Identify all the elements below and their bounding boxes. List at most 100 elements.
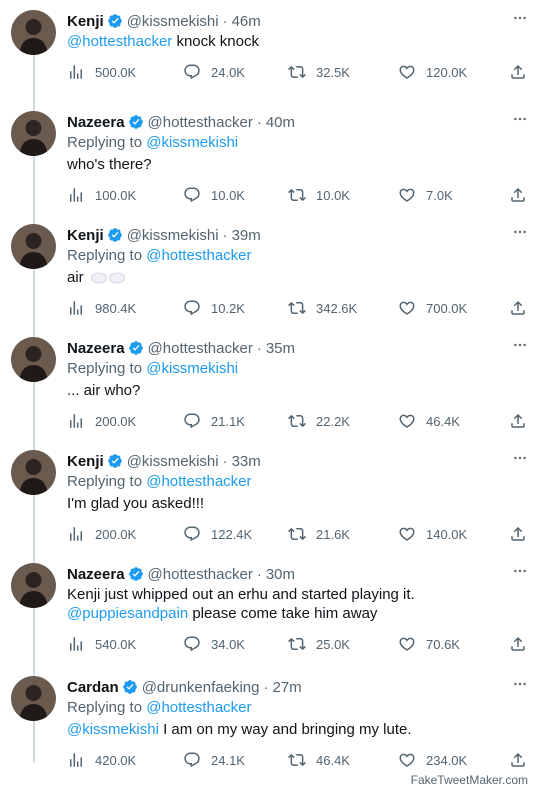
display-name[interactable]: Kenji: [67, 227, 104, 244]
avatar[interactable]: [11, 10, 56, 55]
more-options-icon[interactable]: [512, 450, 528, 466]
user-handle[interactable]: @kissmekishi: [127, 227, 219, 244]
replying-to-handle[interactable]: @hottesthacker: [146, 473, 251, 490]
display-name[interactable]: Cardan: [67, 679, 119, 696]
views-button[interactable]: 500.0K: [67, 63, 136, 81]
like-button[interactable]: 234.0K: [398, 751, 467, 769]
retweet-button[interactable]: 342.6K: [288, 299, 357, 317]
timestamp[interactable]: 40m: [266, 114, 295, 131]
reply-button[interactable]: 10.0K: [183, 186, 245, 204]
avatar[interactable]: [11, 563, 56, 608]
avatar[interactable]: [11, 224, 56, 269]
views-button[interactable]: 980.4K: [67, 299, 136, 317]
tweet-text-segment: Kenji just whipped out an erhu and start…: [67, 586, 415, 603]
views-chart-icon: [70, 414, 82, 428]
retweet-button[interactable]: 21.6K: [288, 525, 350, 543]
reply-button[interactable]: 24.0K: [183, 63, 245, 81]
display-name[interactable]: Kenji: [67, 453, 104, 470]
tweet[interactable]: Nazeera @hottesthacker · 30m Kenji just …: [0, 553, 540, 665]
share-button[interactable]: [509, 525, 537, 543]
tweet[interactable]: Cardan @drunkenfaeking · 27m Replying to…: [0, 666, 540, 778]
tweet[interactable]: Kenji @kissmekishi · 39m Replying to @ho…: [0, 214, 540, 326]
reply-button[interactable]: 21.1K: [183, 412, 245, 430]
user-handle[interactable]: @kissmekishi: [127, 13, 219, 30]
timestamp[interactable]: 27m: [273, 679, 302, 696]
reply-button[interactable]: 34.0K: [183, 635, 245, 653]
reply-button[interactable]: 122.4K: [183, 525, 252, 543]
retweet-button[interactable]: 46.4K: [288, 751, 350, 769]
more-options-icon[interactable]: [512, 224, 528, 240]
display-name[interactable]: Nazeera: [67, 114, 125, 131]
avatar[interactable]: [11, 676, 56, 721]
replying-prefix: Replying to: [67, 699, 147, 716]
tweet-header: Kenji @kissmekishi · 39m: [67, 225, 510, 245]
like-button[interactable]: 70.6K: [398, 635, 460, 653]
avatar[interactable]: [11, 111, 56, 156]
replying-to-handle[interactable]: @kissmekishi: [146, 134, 238, 151]
reply-bubble-icon: [184, 64, 200, 80]
share-upload-icon: [511, 187, 525, 202]
replies-count: 122.4K: [211, 526, 253, 542]
more-options-icon[interactable]: [512, 10, 528, 26]
mention-link[interactable]: @puppiesandpain: [67, 605, 188, 622]
share-button[interactable]: [509, 635, 537, 653]
display-name[interactable]: Nazeera: [67, 340, 125, 357]
retweet-button[interactable]: 32.5K: [288, 63, 350, 81]
share-button[interactable]: [509, 299, 537, 317]
replying-to-handle[interactable]: @kissmekishi: [146, 360, 238, 377]
retweet-icon: [288, 414, 306, 428]
timestamp[interactable]: 33m: [232, 453, 261, 470]
user-handle[interactable]: @drunkenfaeking: [142, 679, 260, 696]
share-button[interactable]: [509, 63, 537, 81]
share-button[interactable]: [509, 186, 537, 204]
user-handle[interactable]: @hottesthacker: [148, 566, 253, 583]
display-name[interactable]: Nazeera: [67, 566, 125, 583]
tweet[interactable]: Nazeera @hottesthacker · 40m Replying to…: [0, 101, 540, 213]
more-options-icon[interactable]: [512, 676, 528, 692]
replying-prefix: Replying to: [67, 247, 147, 264]
retweet-button[interactable]: 25.0K: [288, 635, 350, 653]
replying-prefix: Replying to: [67, 473, 147, 490]
like-button[interactable]: 46.4K: [398, 412, 460, 430]
like-button[interactable]: 120.0K: [398, 63, 467, 81]
views-button[interactable]: 100.0K: [67, 186, 136, 204]
user-handle[interactable]: @kissmekishi: [127, 453, 219, 470]
retweet-button[interactable]: 10.0K: [288, 186, 350, 204]
timestamp[interactable]: 46m: [232, 13, 261, 30]
tweet-text-segment: I am on my way and bringing my lute.: [158, 721, 412, 738]
replying-to-handle[interactable]: @hottesthacker: [146, 247, 251, 264]
share-button[interactable]: [509, 751, 537, 769]
avatar[interactable]: [11, 337, 56, 382]
views-button[interactable]: 200.0K: [67, 412, 136, 430]
mention-link[interactable]: @kissmekishi: [67, 721, 159, 738]
likes-count: 140.0K: [426, 526, 468, 542]
retweet-button[interactable]: 22.2K: [288, 412, 350, 430]
views-button[interactable]: 420.0K: [67, 751, 136, 769]
timestamp[interactable]: 35m: [266, 340, 295, 357]
timestamp[interactable]: 39m: [232, 227, 261, 244]
views-button[interactable]: 200.0K: [67, 525, 136, 543]
user-handle[interactable]: @hottesthacker: [148, 114, 253, 131]
like-button[interactable]: 7.0K: [398, 186, 453, 204]
tweet[interactable]: Nazeera @hottesthacker · 35m Replying to…: [0, 327, 540, 439]
share-button[interactable]: [509, 412, 537, 430]
more-options-icon[interactable]: [512, 563, 528, 579]
views-button[interactable]: 540.0K: [67, 635, 136, 653]
reply-button[interactable]: 24.1K: [183, 751, 245, 769]
mention-link[interactable]: @hottesthacker: [67, 33, 172, 50]
more-options-icon[interactable]: [512, 111, 528, 127]
timestamp[interactable]: 30m: [266, 566, 295, 583]
replying-to-handle[interactable]: @hottesthacker: [146, 699, 251, 716]
avatar[interactable]: [11, 450, 56, 495]
display-name[interactable]: Kenji: [67, 13, 104, 30]
share-upload-icon: [511, 752, 525, 767]
like-button[interactable]: 700.0K: [398, 299, 467, 317]
like-button[interactable]: 140.0K: [398, 525, 467, 543]
retweet-icon: [288, 753, 306, 767]
reply-button[interactable]: 10.2K: [183, 299, 245, 317]
more-options-icon[interactable]: [512, 337, 528, 353]
tweet[interactable]: Kenji @kissmekishi · 33m Replying to @ho…: [0, 440, 540, 552]
tweet[interactable]: Kenji @kissmekishi · 46m @hottesthacker …: [0, 0, 540, 112]
replies-count: 21.1K: [211, 413, 245, 429]
user-handle[interactable]: @hottesthacker: [148, 340, 253, 357]
